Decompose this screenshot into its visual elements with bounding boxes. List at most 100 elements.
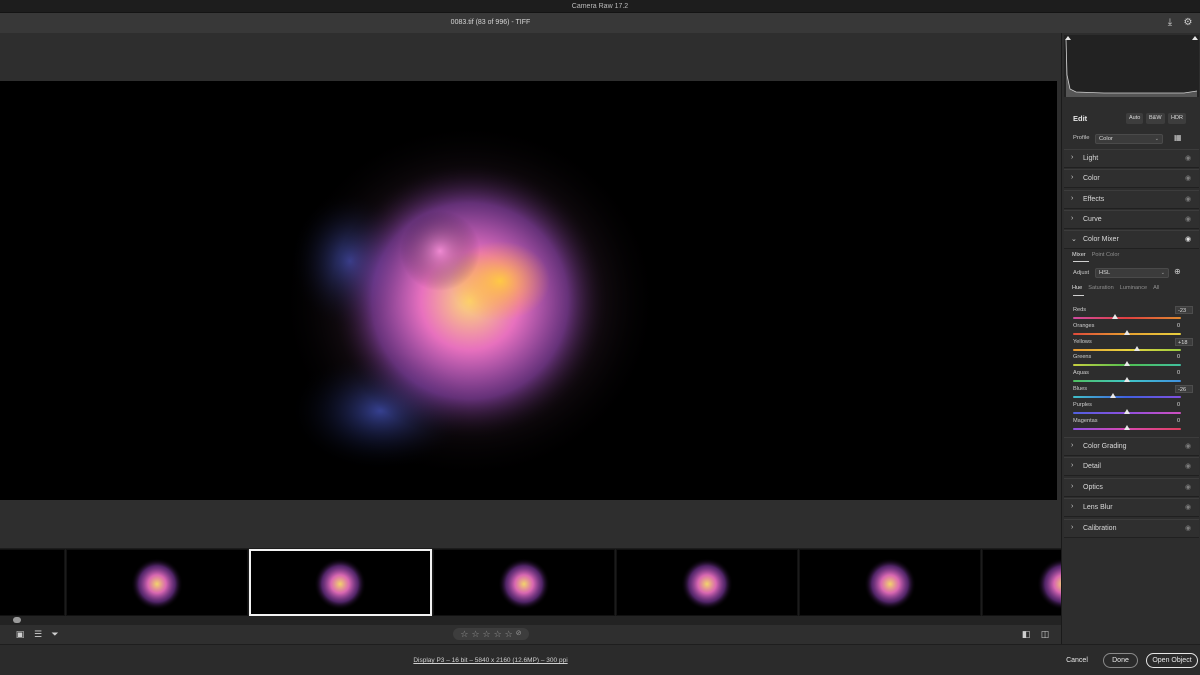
section-detail[interactable]: › Detail ◉ <box>1064 457 1199 477</box>
subtab-saturation[interactable]: Saturation <box>1088 285 1114 291</box>
filter-icon[interactable]: ⏷ <box>49 629 61 640</box>
slider-value-field[interactable]: 0 <box>1175 401 1193 409</box>
slider-handle[interactable] <box>1133 345 1140 351</box>
sort-icon[interactable]: ☰ <box>32 629 44 640</box>
section-color[interactable]: › Color ◉ <box>1064 169 1199 189</box>
single-view-icon[interactable]: ◧ <box>1020 629 1032 640</box>
active-subtab-underline <box>1073 295 1084 296</box>
section-title: Color Grading <box>1083 443 1127 450</box>
bottom-toolbar: ▣ ☰ ⏷ ☆ ☆ ☆ ☆ ☆ ⊘ ◧ ◫ <box>0 625 1061 644</box>
tab-mixer[interactable]: Mixer <box>1072 252 1086 258</box>
adjust-select[interactable]: HSL ⌄ <box>1095 268 1169 278</box>
filmstrip-thumbnail-selected[interactable] <box>249 549 432 616</box>
eye-icon[interactable]: ◉ <box>1185 236 1193 244</box>
slider-value-field[interactable]: 0 <box>1175 353 1193 361</box>
profile-browser-icon[interactable]: ▦ <box>1174 133 1182 142</box>
star-icon[interactable]: ☆ <box>471 628 479 640</box>
eye-icon[interactable]: ◉ <box>1185 484 1193 492</box>
chevron-down-icon: ⌄ <box>1160 270 1165 276</box>
chevron-down-icon: ⌄ <box>1071 236 1077 243</box>
slider-handle[interactable] <box>1124 408 1130 414</box>
star-icon[interactable]: ☆ <box>460 628 468 640</box>
slider-value-field[interactable]: -23 <box>1175 306 1193 314</box>
slider-track[interactable] <box>1073 396 1181 398</box>
filmstrip <box>0 548 1061 625</box>
eye-icon[interactable]: ◉ <box>1185 443 1193 451</box>
section-effects[interactable]: › Effects ◉ <box>1064 189 1199 209</box>
section-optics[interactable]: › Optics ◉ <box>1064 477 1199 497</box>
slider-handle[interactable] <box>1111 314 1118 319</box>
profile-select[interactable]: Color ⌄ <box>1095 134 1163 144</box>
filmstrip-thumbnail[interactable] <box>66 549 248 616</box>
slider-handle[interactable] <box>1124 329 1130 335</box>
profile-row: Profile Color ⌄ ▦ <box>1062 132 1200 146</box>
filmstrip-scrollbar[interactable] <box>0 616 1061 625</box>
section-calibration[interactable]: › Calibration ◉ <box>1064 518 1199 538</box>
chevron-right-icon: › <box>1071 462 1074 470</box>
bw-button[interactable]: B&W <box>1146 113 1165 124</box>
before-after-icon[interactable]: ◫ <box>1039 629 1051 640</box>
subtab-all[interactable]: All <box>1153 285 1159 291</box>
section-lens-blur[interactable]: › Lens Blur ◉ <box>1064 498 1199 518</box>
slider-value-field[interactable]: -26 <box>1175 385 1193 393</box>
eye-icon[interactable]: ◉ <box>1185 196 1193 204</box>
slider-value-field[interactable]: 0 <box>1175 369 1193 377</box>
filmstrip-thumbnail[interactable] <box>433 549 615 616</box>
save-image-icon[interactable]: ⤓ <box>1164 17 1176 29</box>
gear-icon[interactable]: ⚙ <box>1182 17 1194 29</box>
eye-icon[interactable]: ◉ <box>1185 216 1193 224</box>
slider-handle[interactable] <box>1124 377 1130 383</box>
mixer-tabs: Mixer Point Color <box>1072 252 1119 258</box>
tab-point-color[interactable]: Point Color <box>1092 252 1120 258</box>
section-color-mixer[interactable]: ⌄ Color Mixer ◉ <box>1064 230 1199 249</box>
subtab-luminance[interactable]: Luminance <box>1120 285 1147 291</box>
eye-icon[interactable]: ◉ <box>1185 155 1193 163</box>
filmstrip-thumbnail[interactable] <box>0 549 65 616</box>
slider-track[interactable] <box>1073 317 1181 319</box>
eye-icon[interactable]: ◉ <box>1185 525 1193 533</box>
workflow-options-link[interactable]: Display P3 – 16 bit – 5840 x 2160 (12.6M… <box>0 657 981 664</box>
edit-panel: Edit Auto B&W HDR Profile Color ⌄ ▦ › Lig… <box>1061 33 1200 644</box>
filmstrip-scroll-knob[interactable] <box>13 617 21 623</box>
slider-label: Blues <box>1073 386 1087 392</box>
reject-icon[interactable]: ⊘ <box>516 628 522 640</box>
targeted-adjustment-icon[interactable]: ⊕ <box>1174 267 1181 276</box>
slider-handle[interactable] <box>1124 424 1130 430</box>
slider-handle[interactable] <box>1109 393 1116 398</box>
star-icon[interactable]: ☆ <box>505 628 513 640</box>
slider-value-field[interactable]: 0 <box>1175 417 1193 425</box>
slider-value-field[interactable]: 0 <box>1175 322 1193 330</box>
auto-button[interactable]: Auto <box>1126 113 1144 124</box>
chevron-right-icon: › <box>1071 215 1074 223</box>
slider-track[interactable] <box>1073 348 1181 351</box>
slider-label: Oranges <box>1073 322 1095 329</box>
cancel-button[interactable]: Cancel <box>1060 653 1094 668</box>
eye-icon[interactable]: ◉ <box>1185 463 1193 471</box>
hdr-button[interactable]: HDR <box>1168 113 1186 124</box>
filmstrip-thumbnail[interactable] <box>616 549 798 616</box>
section-color-grading[interactable]: › Color Grading ◉ <box>1064 437 1199 456</box>
filmstrip-thumbnail[interactable] <box>799 549 981 616</box>
star-icon[interactable]: ☆ <box>483 628 491 640</box>
active-tab-underline <box>1073 261 1089 262</box>
section-light[interactable]: › Light ◉ <box>1064 149 1199 168</box>
slider-reds: Reds -23 <box>1073 306 1193 323</box>
eye-icon[interactable]: ◉ <box>1185 504 1193 512</box>
slider-value-field[interactable]: +18 <box>1175 337 1193 346</box>
eye-icon[interactable]: ◉ <box>1185 175 1193 183</box>
edit-header: Edit Auto B&W HDR <box>1062 111 1200 127</box>
section-title: Light <box>1083 155 1099 162</box>
chevron-down-icon: ⌄ <box>1154 136 1159 142</box>
filmstrip-view-icon[interactable]: ▣ <box>14 629 26 640</box>
slider-yellows: Yellows +18 <box>1073 337 1193 355</box>
slider-oranges: Oranges 0 <box>1073 323 1193 339</box>
section-curve[interactable]: › Curve ◉ <box>1064 210 1199 230</box>
open-object-button[interactable]: Open Object <box>1146 653 1198 668</box>
slider-handle[interactable] <box>1124 361 1130 367</box>
filmstrip-thumbnail[interactable] <box>982 549 1061 616</box>
subtab-hue[interactable]: Hue <box>1072 285 1082 291</box>
nebula-image <box>280 121 660 481</box>
done-button[interactable]: Done <box>1103 653 1138 668</box>
star-icon[interactable]: ☆ <box>494 628 502 640</box>
section-title: Color <box>1083 175 1100 183</box>
